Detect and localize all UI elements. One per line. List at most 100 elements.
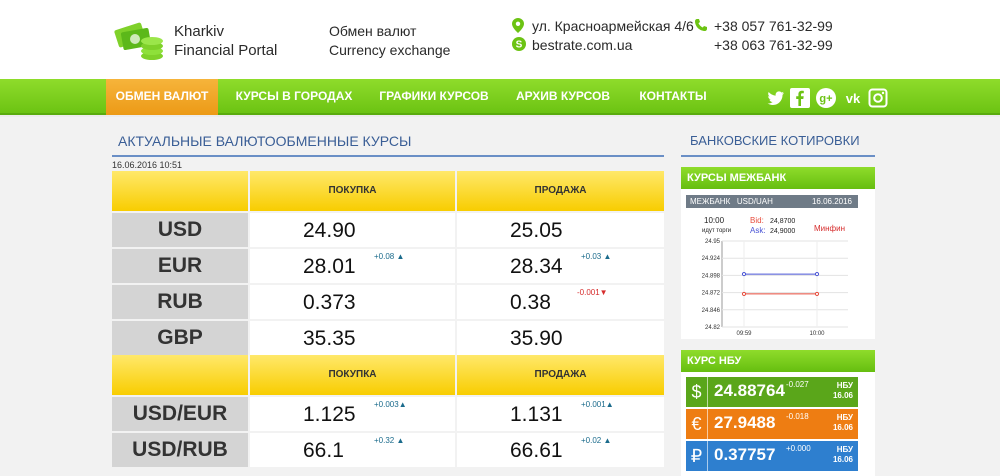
sell-rate-value: 1.131 bbox=[510, 403, 563, 426]
logo-line2: Financial Portal bbox=[174, 42, 278, 59]
currency-code: USD/EUR bbox=[112, 397, 248, 431]
tagline-en: Currency exchange bbox=[329, 42, 451, 58]
vk-icon[interactable]: vk bbox=[843, 88, 863, 108]
content-area: АКТУАЛЬНЫЕ ВАЛЮТООБМЕННЫЕ КУРСЫ 16.06.20… bbox=[0, 117, 1000, 476]
sell-header-2: ПРОДАЖА bbox=[457, 355, 664, 395]
rates-header2-blank bbox=[112, 355, 248, 395]
buy-rate-value: 66.1 bbox=[303, 439, 344, 462]
sell-rate-value: 35.90 bbox=[510, 327, 563, 350]
chart-x-tick: 09:59 bbox=[736, 331, 752, 337]
sell-rate-cell: 0.38 -0.001▼ bbox=[457, 285, 664, 319]
ask-value: 24,9000 bbox=[770, 228, 795, 235]
sell-header: ПРОДАЖА bbox=[457, 171, 664, 211]
sell-rate-change: +0.001▲ bbox=[581, 400, 614, 409]
address-text: ул. Красноармейская 4/6 bbox=[532, 18, 694, 34]
google-plus-icon[interactable]: g+ bbox=[816, 88, 836, 108]
currency-code: GBP bbox=[112, 321, 248, 355]
chart-time: 10:00 bbox=[704, 216, 725, 225]
buy-rate-cell: 24.90 bbox=[250, 213, 455, 247]
chart-y-tick: 24.82 bbox=[705, 325, 721, 331]
chart-point-bid bbox=[814, 291, 820, 297]
rates-header-blank bbox=[112, 171, 248, 211]
website-link[interactable]: bestrate.com.ua bbox=[532, 36, 632, 54]
address-row: ул. Красноармейская 4/6 bbox=[512, 17, 697, 35]
nbu-header[interactable]: КУРС НБУ bbox=[681, 350, 875, 372]
instagram-icon[interactable] bbox=[868, 88, 888, 108]
buy-rate-cell: 1.125 +0.003▲ bbox=[250, 397, 455, 431]
sell-rate-value: 66.61 bbox=[510, 439, 563, 462]
sell-rate-value: 28.34 bbox=[510, 255, 563, 278]
buy-header-2: ПОКУПКА bbox=[250, 355, 455, 395]
buy-rate-value: 1.125 bbox=[303, 403, 356, 426]
nbu-tag: НБУ 16.06 bbox=[832, 413, 853, 432]
nbu-tag: НБУ 16.06 bbox=[832, 445, 853, 464]
nav-contacts[interactable]: КОНТАКТЫ bbox=[628, 79, 718, 115]
sell-rate-cell: 35.90 bbox=[457, 321, 664, 355]
chart-source: Минфин bbox=[814, 224, 845, 233]
map-pin-icon bbox=[512, 18, 524, 33]
interbank-header[interactable]: КУРСЫ МЕЖБАНК bbox=[681, 167, 875, 189]
buy-rate-cell: 0.373 bbox=[250, 285, 455, 319]
buy-header: ПОКУПКА bbox=[250, 171, 455, 211]
sell-rate-cell: 1.131 +0.001▲ bbox=[457, 397, 664, 431]
currency-symbol-icon: € bbox=[686, 409, 708, 439]
currency-symbol-icon: $ bbox=[686, 377, 708, 407]
interbank-chart: 10:00 идут торги Bid: 24,8700 Ask: 24,90… bbox=[702, 216, 848, 337]
chart-y-tick: 24.95 bbox=[705, 239, 721, 245]
phone1-text[interactable]: +38 057 761-32-99 bbox=[714, 17, 833, 35]
tagline: Обмен валют Currency exchange bbox=[329, 22, 450, 60]
currency-code: USD bbox=[112, 213, 248, 247]
sidebar-divider bbox=[681, 155, 875, 157]
nbu-rate-change: -0.027 bbox=[786, 380, 809, 389]
chart-point-ask bbox=[741, 271, 747, 277]
bank-quotes-title: БАНКОВСКИЕ КОТИРОВКИ bbox=[690, 133, 860, 148]
interbank-bar: МЕЖБАНК USD/UAH 16.06.2016 bbox=[686, 195, 858, 208]
nbu-rate-row[interactable]: $24.88764 -0.027 НБУ 16.06 bbox=[686, 377, 858, 407]
interbank-pair: МЕЖБАНК USD/UAH bbox=[690, 197, 773, 206]
facebook-icon[interactable] bbox=[790, 88, 810, 108]
buy-rate-change: +0.32 ▲ bbox=[374, 436, 405, 445]
nav-exchange[interactable]: ОБМЕН ВАЛЮТ bbox=[106, 79, 218, 115]
buy-rate-value: 0.373 bbox=[303, 291, 356, 314]
chart-x-tick: 10:00 bbox=[809, 331, 825, 337]
nbu-rate-change: -0.018 bbox=[786, 412, 809, 421]
svg-text:S: S bbox=[516, 40, 523, 51]
website-row[interactable]: S bestrate.com.ua bbox=[512, 36, 697, 54]
nbu-rate-row[interactable]: €27.9488 -0.018 НБУ 16.06 bbox=[686, 409, 858, 439]
currency-symbol-icon: ₽ bbox=[686, 441, 708, 471]
sell-rate-value: 25.05 bbox=[510, 219, 563, 242]
chart-y-tick: 24.898 bbox=[702, 273, 721, 279]
sell-rate-change: +0.02 ▲ bbox=[581, 436, 612, 445]
nav-rate-charts[interactable]: ГРАФИКИ КУРСОВ bbox=[370, 79, 498, 115]
buy-rate-value: 35.35 bbox=[303, 327, 356, 350]
phone2-row[interactable]: +38 063 761-32-99 bbox=[694, 36, 844, 54]
nav-city-rates[interactable]: КУРСЫ В ГОРОДАХ bbox=[226, 79, 362, 115]
bid-label: Bid: bbox=[750, 216, 764, 225]
money-stack-logo-icon[interactable] bbox=[112, 20, 168, 62]
buy-rate-change: +0.003▲ bbox=[374, 400, 407, 409]
logo-text[interactable]: Kharkiv Financial Portal bbox=[174, 22, 277, 60]
ask-label: Ask: bbox=[750, 226, 766, 235]
tagline-ru: Обмен валют bbox=[329, 23, 417, 39]
sell-rate-change: +0.03 ▲ bbox=[581, 252, 612, 261]
buy-rate-cell: 35.35 bbox=[250, 321, 455, 355]
chart-point-ask bbox=[814, 271, 820, 277]
chart-point-bid bbox=[741, 291, 747, 297]
chart-y-tick: 24.872 bbox=[702, 291, 721, 297]
title-divider bbox=[112, 155, 664, 157]
interbank-date: 16.06.2016 bbox=[811, 197, 852, 206]
currency-code: RUB bbox=[112, 285, 248, 319]
header: Kharkiv Financial Portal Обмен валют Cur… bbox=[0, 0, 1000, 79]
chart-y-tick: 24.846 bbox=[702, 308, 721, 314]
phone2-text[interactable]: +38 063 761-32-99 bbox=[714, 36, 833, 54]
phone1-row[interactable]: +38 057 761-32-99 bbox=[694, 17, 844, 35]
nbu-rate-row[interactable]: ₽0.37757 +0.000 НБУ 16.06 bbox=[686, 441, 858, 471]
svg-text:g+: g+ bbox=[819, 93, 832, 105]
logo-line1: Kharkiv bbox=[174, 23, 225, 40]
buy-rate-change: +0.08 ▲ bbox=[374, 252, 405, 261]
currency-code: USD/RUB bbox=[112, 433, 248, 467]
nbu-tag: НБУ 16.06 bbox=[832, 381, 853, 400]
bid-value: 24,8700 bbox=[770, 218, 795, 225]
nav-rate-archive[interactable]: АРХИВ КУРСОВ bbox=[506, 79, 620, 115]
twitter-icon[interactable] bbox=[766, 88, 786, 108]
